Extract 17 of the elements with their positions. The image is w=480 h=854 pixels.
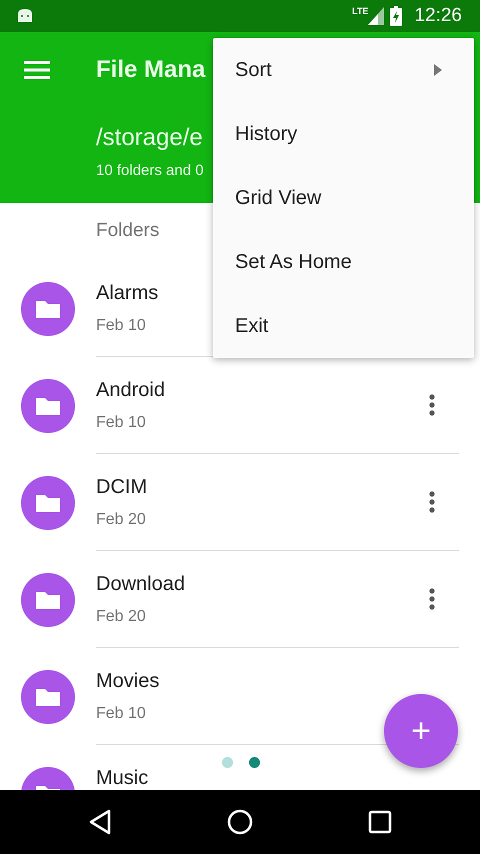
app-title: File Mana bbox=[96, 56, 206, 84]
network-label: LTE bbox=[352, 6, 368, 16]
folder-name: Android bbox=[96, 379, 165, 402]
folder-date: Feb 10 bbox=[96, 414, 146, 432]
folder-name: DCIM bbox=[96, 476, 148, 499]
folder-date: Feb 20 bbox=[96, 511, 146, 529]
section-header: Folders bbox=[96, 220, 160, 242]
current-path: /storage/e bbox=[96, 124, 203, 152]
folder-date: Feb 20 bbox=[96, 608, 146, 626]
folder-name: Movies bbox=[96, 670, 160, 693]
folder-date: Feb 10 bbox=[96, 705, 146, 723]
folder-name: Music bbox=[96, 767, 148, 790]
folder-name: Download bbox=[96, 573, 185, 596]
folder-name: Alarms bbox=[96, 282, 158, 305]
folder-summary: 10 folders and 0 bbox=[96, 162, 204, 179]
clock: 12:26 bbox=[414, 5, 462, 27]
folder-date: Feb 10 bbox=[96, 317, 146, 335]
